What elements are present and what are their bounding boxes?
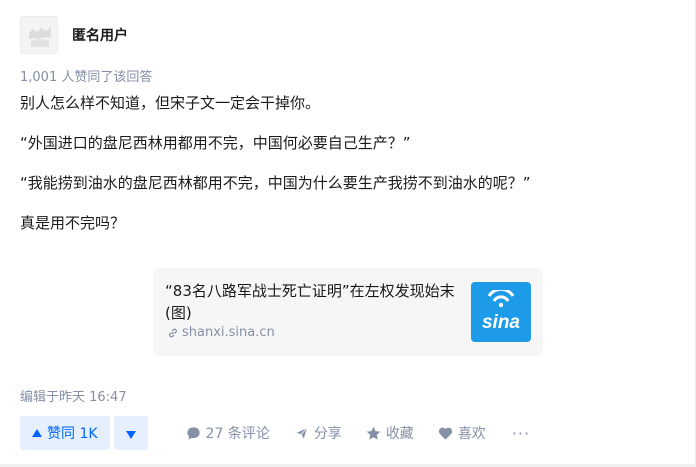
link-card-title: “83名八路军战士死亡证明”在左权发现始末(图)	[165, 282, 455, 322]
link-card-domain: shanxi.sina.cn	[167, 325, 275, 340]
triangle-up-icon	[32, 429, 42, 437]
favorite-button[interactable]: 收藏	[366, 423, 414, 443]
share-label: 分享	[313, 426, 342, 442]
comment-icon	[186, 426, 201, 441]
link-icon	[167, 327, 179, 339]
upvote-button[interactable]: 赞同 1K	[20, 416, 110, 450]
edited-time: 编辑于昨天 16:47	[20, 390, 127, 405]
link-card[interactable]: “83名八路军战士死亡证明”在左权发现始末(图) shanxi.sina.cn …	[153, 268, 543, 356]
content-paragraph: “外国进口的盘尼西林用都用不完，中国何必要自己生产？”	[20, 134, 411, 152]
upvote-label: 赞同 1K	[47, 426, 98, 442]
like-label: 喜欢	[457, 426, 486, 442]
comments-label: 27 条评论	[205, 426, 270, 442]
comments-button[interactable]: 27 条评论	[186, 423, 270, 443]
content-paragraph: 别人怎么样不知道，但宋子文一定会干掉你。	[20, 94, 321, 112]
heart-icon	[438, 426, 453, 441]
favorite-label: 收藏	[385, 426, 414, 442]
more-button[interactable]: ···	[512, 424, 530, 443]
link-card-domain-text: shanxi.sina.cn	[182, 325, 275, 340]
share-icon	[294, 426, 309, 441]
sina-logo-icon: sina	[471, 282, 531, 342]
svg-text:sina: sina	[482, 312, 520, 333]
author-name[interactable]: 匿名用户	[72, 25, 128, 45]
triangle-down-icon	[125, 424, 136, 443]
share-button[interactable]: 分享	[294, 423, 342, 443]
upvote-summary: 1,001 人赞同了该回答	[20, 70, 153, 85]
star-icon	[366, 426, 381, 441]
like-button[interactable]: 喜欢	[438, 423, 486, 443]
answer-content: 别人怎么样不知道，但宋子文一定会干掉你。 “外国进口的盘尼西林用都用不完，中国何…	[20, 92, 670, 234]
author-info: 匿名用户	[20, 16, 128, 54]
action-bar: 赞同 1K 27 条评论 分享 收藏 喜欢 ···	[20, 416, 530, 450]
content-paragraph: “我能捞到油水的盘尼西林都用不完，中国为什么要生产我捞不到油水的呢？”	[20, 174, 531, 192]
anonymous-avatar-icon[interactable]	[20, 16, 58, 54]
downvote-button[interactable]	[113, 416, 148, 450]
content-paragraph: 真是用不完吗？	[20, 214, 126, 232]
